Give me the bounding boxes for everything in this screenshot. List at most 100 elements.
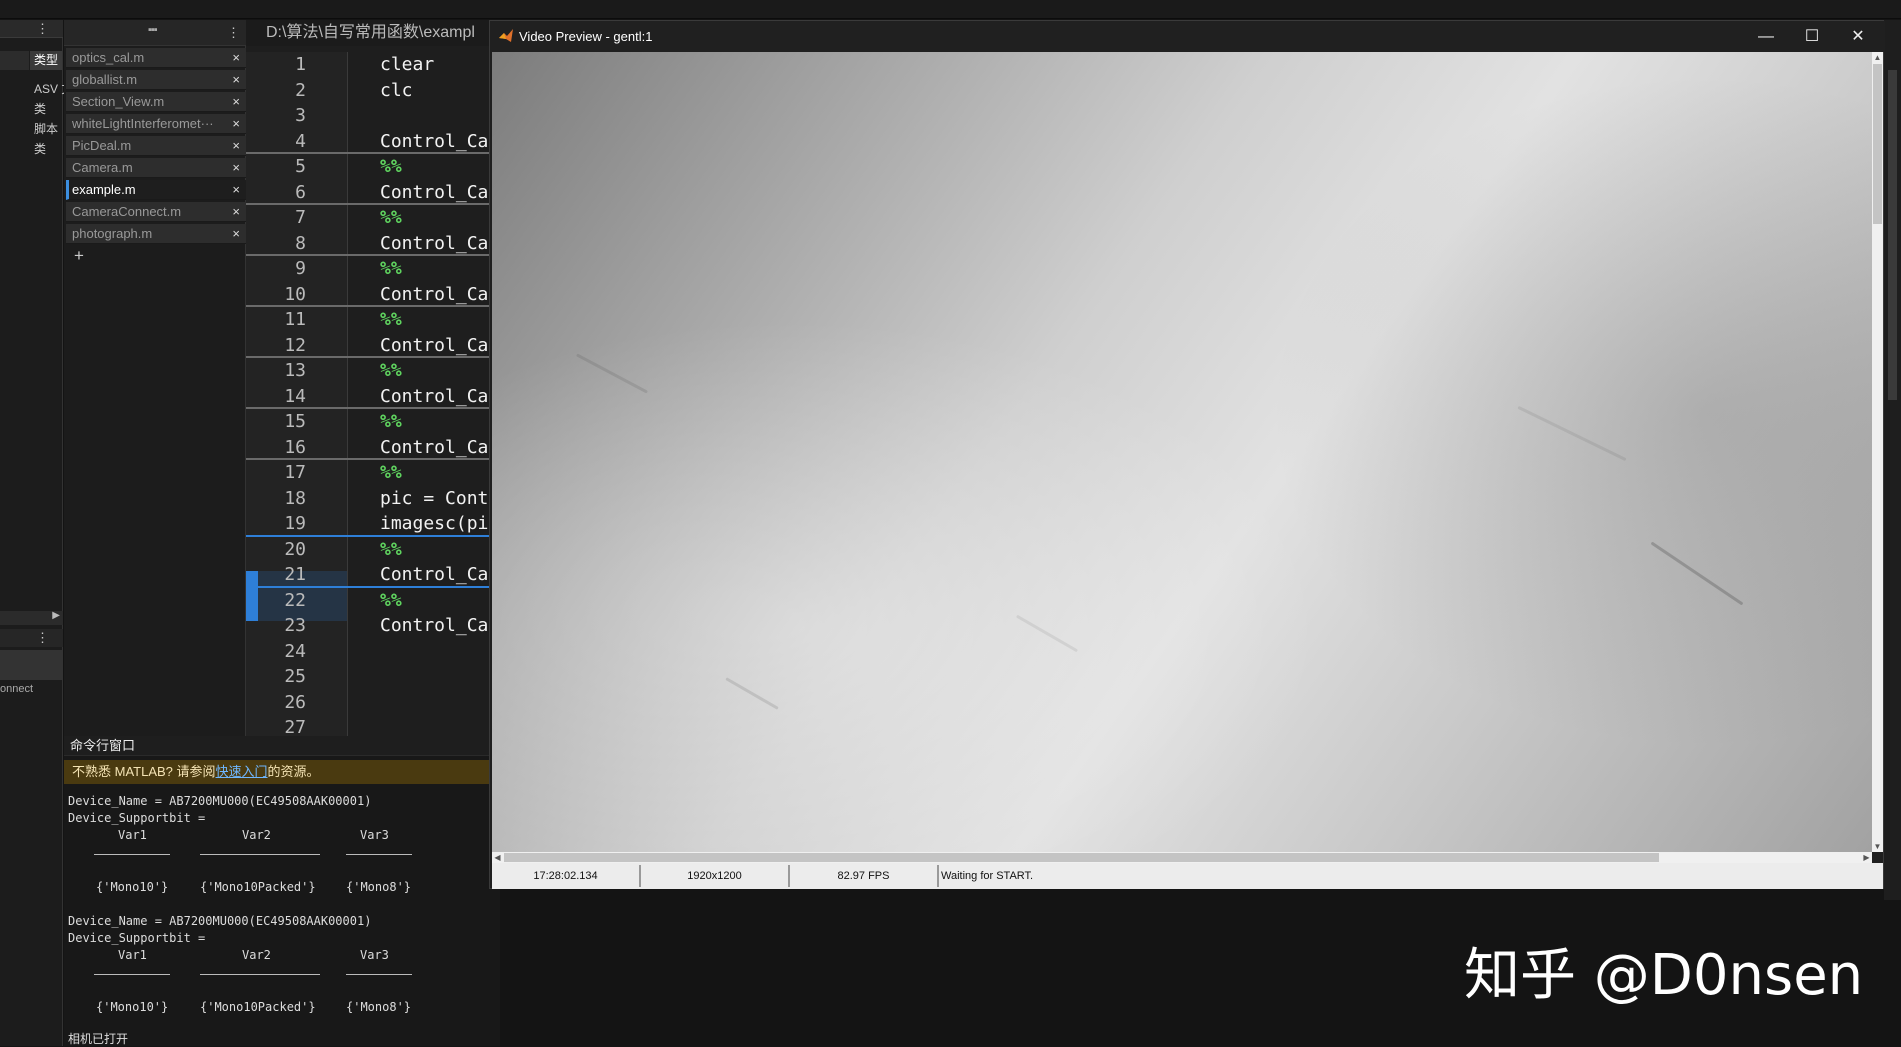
table-header: Var2 (242, 828, 271, 842)
line-number: 18 (284, 487, 306, 509)
code-line[interactable]: %% (380, 309, 402, 330)
table-rule (200, 854, 320, 855)
file-tab[interactable]: photograph.m × (66, 224, 246, 244)
close-tab-icon[interactable]: × (232, 48, 240, 67)
minimize-button[interactable]: — (1743, 21, 1789, 52)
close-tab-icon[interactable]: × (232, 202, 240, 221)
output-line: Device_Supportbit = (68, 931, 206, 945)
code-line[interactable]: %% (380, 411, 402, 432)
close-tab-icon[interactable]: × (232, 158, 240, 177)
scroll-down-icon[interactable]: ▼ (1872, 841, 1883, 852)
section-divider (246, 585, 490, 588)
status-fps: 82.97 FPS (790, 865, 939, 887)
getting-started-banner: 不熟悉 MATLAB? 请参阅快速入门的资源。 (64, 760, 500, 784)
table-header: Var3 (360, 948, 389, 962)
code-line[interactable]: Control_Ca (380, 131, 488, 152)
file-tab[interactable]: Section_View.m × (66, 92, 246, 112)
code-line[interactable]: %% (380, 462, 402, 483)
code-line[interactable]: Control_Ca (380, 437, 488, 458)
line-number: 19 (284, 513, 306, 534)
close-button[interactable]: ✕ (1835, 21, 1881, 52)
code-line[interactable]: Control_Ca (380, 182, 488, 203)
close-tab-icon[interactable]: × (232, 224, 240, 243)
file-tab-label: Camera.m (72, 160, 133, 175)
file-tab[interactable]: optics_cal.m × (66, 48, 246, 68)
code-area[interactable]: clear clc Control_Ca%% Control_Ca%% Control_… (348, 52, 490, 736)
section-divider (246, 458, 490, 460)
camera-preview-image (492, 52, 1872, 852)
more-options-icon[interactable]: ⋮ (36, 21, 49, 37)
file-tab-label: CameraConnect.m (72, 204, 182, 219)
video-preview-window[interactable]: Video Preview - gentl:1 — ☐ ✕ ▲ ▼ ◀ ▶ 17… (489, 20, 1885, 889)
file-tab-label: whiteLightInterferomet··· (72, 116, 214, 131)
preview-vertical-scrollbar[interactable]: ▲ ▼ (1872, 52, 1883, 852)
scrollbar-thumb[interactable] (1888, 70, 1897, 400)
close-tab-icon[interactable]: × (232, 70, 240, 89)
file-tab[interactable]: whiteLightInterferomet··· × (66, 114, 246, 134)
close-tab-icon[interactable]: × (232, 136, 240, 155)
table-cell: {'Mono10'} (96, 1000, 169, 1014)
line-number: 13 (284, 360, 306, 381)
workspace-item[interactable]: onnect (0, 683, 33, 695)
close-tab-icon[interactable]: × (232, 92, 240, 111)
scroll-left-icon[interactable]: ◀ (492, 852, 503, 863)
code-line[interactable]: Control_Ca (380, 564, 488, 585)
file-tab[interactable]: PicDeal.m × (66, 136, 246, 156)
command-window[interactable]: 命令行窗口 不熟悉 MATLAB? 请参阅快速入门的资源。 Device_Nam… (64, 736, 500, 1046)
more-options-icon[interactable]: ⋮ (227, 25, 240, 41)
code-line[interactable]: %% (380, 590, 402, 611)
code-line[interactable]: imagesc(pi (380, 513, 488, 534)
code-line[interactable]: %% (380, 207, 402, 228)
code-line[interactable]: Control_Ca (380, 335, 488, 356)
code-line[interactable]: %% (380, 156, 402, 177)
file-tab-label: globallist.m (72, 72, 138, 87)
table-rule (346, 974, 412, 975)
scrollbar-thumb[interactable] (504, 853, 1659, 862)
code-line[interactable]: %% (380, 360, 402, 381)
code-line[interactable]: clear (380, 54, 434, 75)
output-line: Device_Name = AB7200MU000(EC49508AAK0000… (68, 914, 372, 928)
getting-started-link[interactable]: 快速入门 (216, 764, 268, 779)
code-line[interactable]: %% (380, 539, 402, 560)
more-options-icon[interactable]: ⋮ (36, 630, 49, 646)
code-line[interactable]: Control_Ca (380, 386, 488, 407)
code-line[interactable]: clc (380, 80, 413, 101)
file-tab[interactable]: CameraConnect.m × (66, 202, 246, 222)
add-tab-icon[interactable]: + (74, 246, 84, 266)
image-shading (492, 52, 1872, 852)
line-number: 21 (284, 564, 306, 585)
maximize-button[interactable]: ☐ (1789, 21, 1835, 52)
banner-text: 不熟悉 MATLAB? 请参阅 (72, 764, 216, 779)
line-number: 3 (295, 105, 306, 126)
column-header-type[interactable]: 类型 (30, 51, 62, 70)
code-line[interactable]: Control_Ca (380, 233, 488, 254)
code-line[interactable]: %% (380, 258, 402, 279)
watermark-text: 知乎 @D0nsen (1464, 943, 1864, 1008)
file-tab[interactable]: globallist.m × (66, 70, 246, 90)
main-vertical-scrollbar[interactable] (1884, 20, 1901, 900)
code-line[interactable]: Control_Ca (380, 615, 488, 636)
drag-grip-icon[interactable]: ▪▪▪ (148, 24, 158, 36)
line-number: 10 (284, 283, 306, 305)
line-number: 11 (284, 309, 306, 330)
file-tab[interactable]: Camera.m × (66, 158, 246, 178)
code-line[interactable]: Control_Ca (380, 284, 488, 305)
type-cell: 类 (34, 102, 47, 116)
scrollbar-thumb[interactable] (1873, 64, 1882, 224)
file-tab-label: PicDeal.m (72, 138, 132, 153)
panel-splitter[interactable]: ▶ (0, 610, 63, 625)
close-tab-icon[interactable]: × (232, 180, 240, 199)
code-editor[interactable]: D:\算法\自写常用函数\exampl 1 2 3 4 5 6 7 8 9 10 11 12 13 14 1… (246, 20, 490, 738)
close-tab-icon[interactable]: × (232, 114, 240, 133)
chevron-right-icon[interactable]: ▶ (52, 610, 60, 621)
app-top-bar (0, 0, 1901, 19)
file-tab[interactable]: example.m × (66, 180, 246, 200)
preview-horizontal-scrollbar[interactable]: ◀ ▶ (492, 852, 1872, 863)
line-number: 9 (295, 258, 306, 279)
scroll-right-icon[interactable]: ▶ (1861, 852, 1872, 863)
code-line[interactable]: pic = Cont (380, 488, 488, 509)
workspace-column-header[interactable] (0, 650, 63, 680)
column-header-name[interactable] (0, 51, 29, 70)
scroll-up-icon[interactable]: ▲ (1872, 52, 1883, 63)
video-preview-titlebar[interactable]: Video Preview - gentl:1 — ☐ ✕ (490, 21, 1885, 52)
